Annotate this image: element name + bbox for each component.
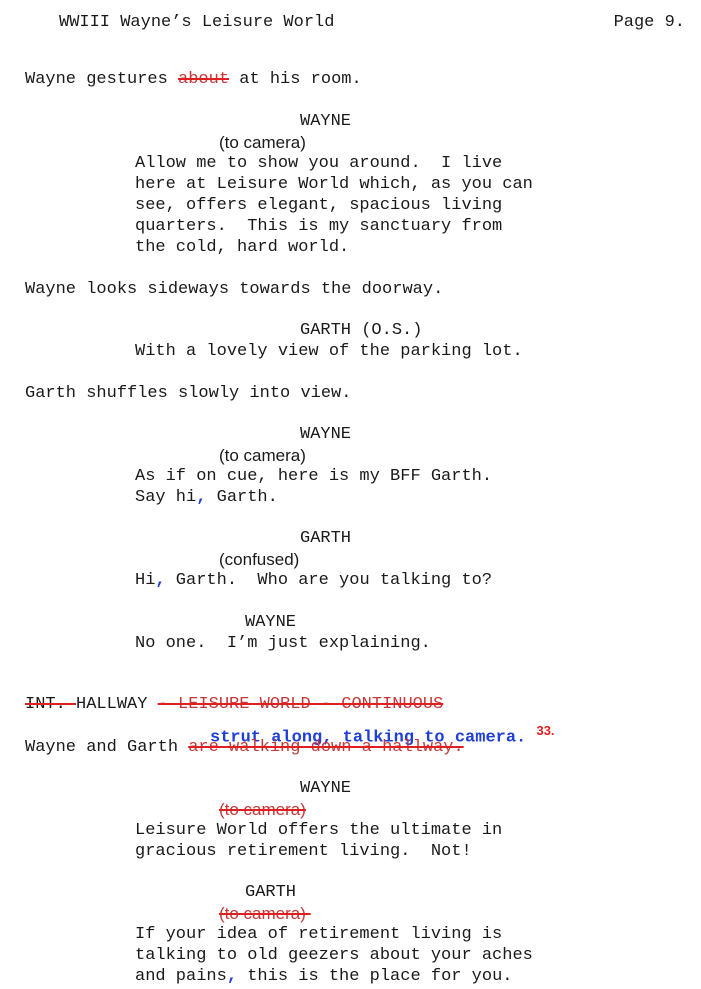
dialogue-line: here at Leisure World which, as you can: [135, 175, 533, 194]
character-cue: GARTH (O.S.): [300, 321, 423, 340]
dialogue-text: and pains: [135, 967, 227, 986]
dialogue-line: No one. I’m just explaining.: [135, 634, 431, 653]
page-number: Page 9.: [613, 13, 685, 32]
parenthetical: (confused): [219, 550, 300, 569]
character-cue: WAYNE: [300, 425, 352, 444]
parenthetical: (to camera): [219, 903, 311, 924]
character-cue: WAYNE: [245, 613, 297, 632]
inserted-comma: ,: [155, 571, 166, 590]
action-line: Wayne and Garth are walking down a hallw…: [25, 737, 464, 758]
scene-heading: INT. HALLWAY - LEISURE WORLD - CONTINUOU…: [25, 694, 443, 715]
dialogue-text: Say hi: [135, 488, 197, 507]
character-cue: WAYNE: [300, 779, 352, 798]
dialogue-line: As if on cue, here is my BFF Garth.: [135, 467, 493, 486]
action-line: Garth shuffles slowly into view.: [25, 384, 352, 403]
dialogue-line: and pains, this is the place for you.: [135, 966, 512, 987]
action-text: Wayne and Garth: [25, 738, 189, 757]
dialogue-line: Leisure World offers the ultimate in: [135, 821, 503, 840]
parenthetical: (to camera): [219, 133, 306, 152]
dialogue-text: Garth. Who are you talking to?: [165, 571, 493, 590]
dialogue-text: Garth.: [206, 488, 278, 507]
header-title: WWIII Wayne’s Leisure World: [59, 13, 335, 32]
dialogue-text: this is the place for you.: [237, 967, 513, 986]
struck-text: INT.: [25, 695, 77, 714]
parenthetical: (to camera): [219, 799, 306, 820]
scene-text: HALLWAY: [76, 695, 158, 714]
dialogue-line: Say hi, Garth.: [135, 487, 278, 508]
action-text: at his room.: [229, 70, 362, 89]
struck-text: - LEISURE WORLD - CONTINUOUS: [157, 695, 444, 714]
inserted-comma: ,: [226, 967, 238, 986]
dialogue-line: With a lovely view of the parking lot.: [135, 342, 523, 361]
dialogue-text: Hi: [135, 571, 156, 590]
character-cue: WAYNE: [300, 112, 352, 131]
character-cue: GARTH: [245, 883, 297, 902]
struck-text: about: [178, 70, 230, 89]
dialogue-line: Allow me to show you around. I live: [135, 154, 503, 173]
dialogue-line: gracious retirement living. Not!: [135, 842, 472, 861]
action-text: Wayne gestures: [25, 70, 179, 89]
struck-text: (to camera): [219, 904, 311, 923]
parenthetical: (to camera): [219, 446, 306, 465]
action-line: Wayne looks sideways towards the doorway…: [25, 280, 444, 299]
dialogue-line: talking to old geezers about your aches: [135, 946, 533, 965]
dialogue-line: see, offers elegant, spacious living: [135, 196, 503, 215]
struck-text: (to camera): [219, 800, 306, 819]
dialogue-line: quarters. This is my sanctuary from: [135, 217, 503, 236]
action-line: Wayne gestures about at his room.: [25, 69, 362, 90]
dialogue-line: If your idea of retirement living is: [135, 925, 503, 944]
character-cue: GARTH: [300, 529, 352, 548]
dialogue-line: the cold, hard world.: [135, 238, 350, 257]
note-number: 33.: [536, 723, 555, 738]
struck-text: are walking down a hallway.: [188, 738, 464, 757]
inserted-comma: ,: [196, 488, 207, 507]
dialogue-line: Hi, Garth. Who are you talking to?: [135, 570, 492, 591]
